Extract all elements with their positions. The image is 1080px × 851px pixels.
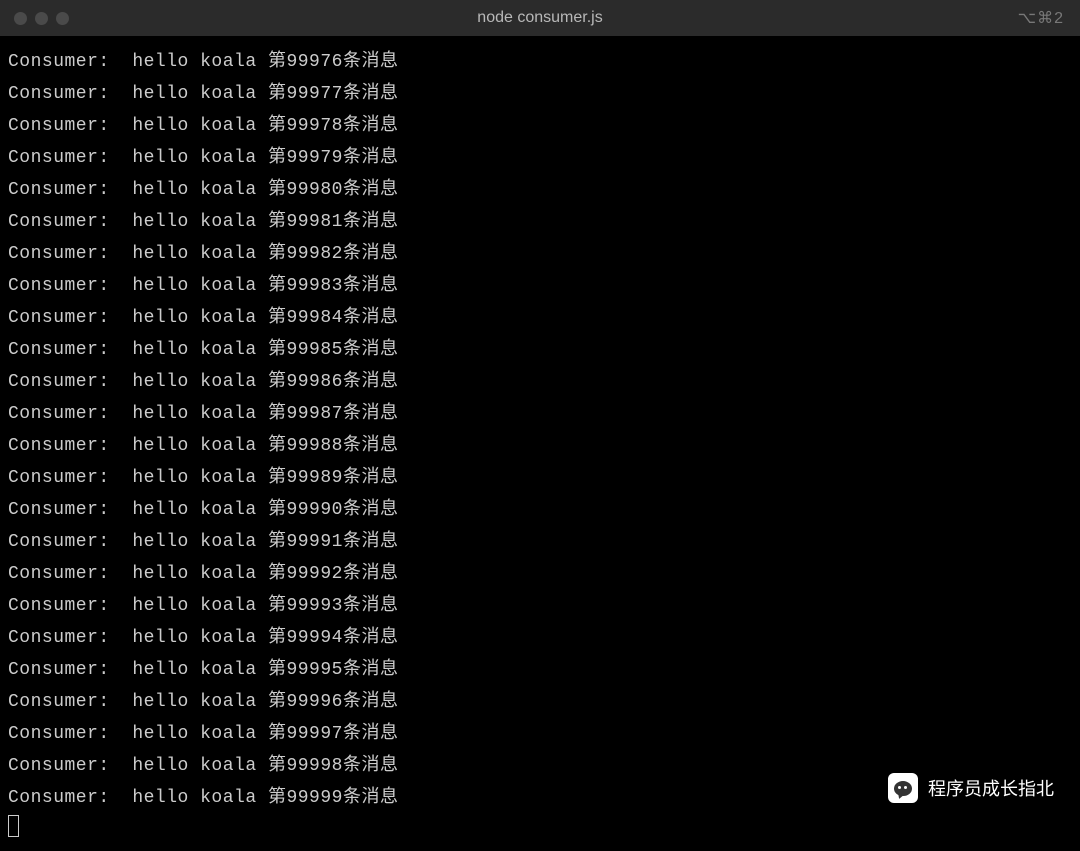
- wechat-icon: [888, 773, 918, 803]
- terminal-line: Consumer: hello koala 第99991条消息: [8, 526, 1072, 558]
- shortcut-indicator: ⌥⌘2: [1018, 8, 1064, 28]
- terminal-line: Consumer: hello koala 第99996条消息: [8, 686, 1072, 718]
- terminal-line: Consumer: hello koala 第99982条消息: [8, 238, 1072, 270]
- terminal-line: Consumer: hello koala 第99985条消息: [8, 334, 1072, 366]
- terminal-line: Consumer: hello koala 第99978条消息: [8, 110, 1072, 142]
- terminal-line: Consumer: hello koala 第99992条消息: [8, 558, 1072, 590]
- terminal-line: Consumer: hello koala 第99984条消息: [8, 302, 1072, 334]
- terminal-line: Consumer: hello koala 第99989条消息: [8, 462, 1072, 494]
- traffic-lights: [14, 12, 69, 25]
- watermark-text: 程序员成长指北: [928, 775, 1054, 801]
- terminal-cursor-line: [8, 814, 1072, 840]
- terminal-line: Consumer: hello koala 第99986条消息: [8, 366, 1072, 398]
- minimize-button[interactable]: [35, 12, 48, 25]
- terminal-line: Consumer: hello koala 第99997条消息: [8, 718, 1072, 750]
- window-titlebar: node consumer.js ⌥⌘2: [0, 0, 1080, 36]
- terminal-line: Consumer: hello koala 第99993条消息: [8, 590, 1072, 622]
- close-button[interactable]: [14, 12, 27, 25]
- terminal-line: Consumer: hello koala 第99988条消息: [8, 430, 1072, 462]
- terminal-line: Consumer: hello koala 第99995条消息: [8, 654, 1072, 686]
- terminal-line: Consumer: hello koala 第99983条消息: [8, 270, 1072, 302]
- maximize-button[interactable]: [56, 12, 69, 25]
- terminal-line: Consumer: hello koala 第99977条消息: [8, 78, 1072, 110]
- terminal-line: Consumer: hello koala 第99976条消息: [8, 46, 1072, 78]
- terminal-line: Consumer: hello koala 第99981条消息: [8, 206, 1072, 238]
- terminal-output[interactable]: Consumer: hello koala 第99976条消息Consumer:…: [0, 36, 1080, 851]
- terminal-line: Consumer: hello koala 第99987条消息: [8, 398, 1072, 430]
- terminal-cursor: [8, 815, 19, 837]
- terminal-line: Consumer: hello koala 第99990条消息: [8, 494, 1072, 526]
- terminal-line: Consumer: hello koala 第99979条消息: [8, 142, 1072, 174]
- window-title: node consumer.js: [477, 9, 602, 27]
- terminal-line: Consumer: hello koala 第99980条消息: [8, 174, 1072, 206]
- watermark: 程序员成长指北: [888, 773, 1054, 803]
- terminal-line: Consumer: hello koala 第99994条消息: [8, 622, 1072, 654]
